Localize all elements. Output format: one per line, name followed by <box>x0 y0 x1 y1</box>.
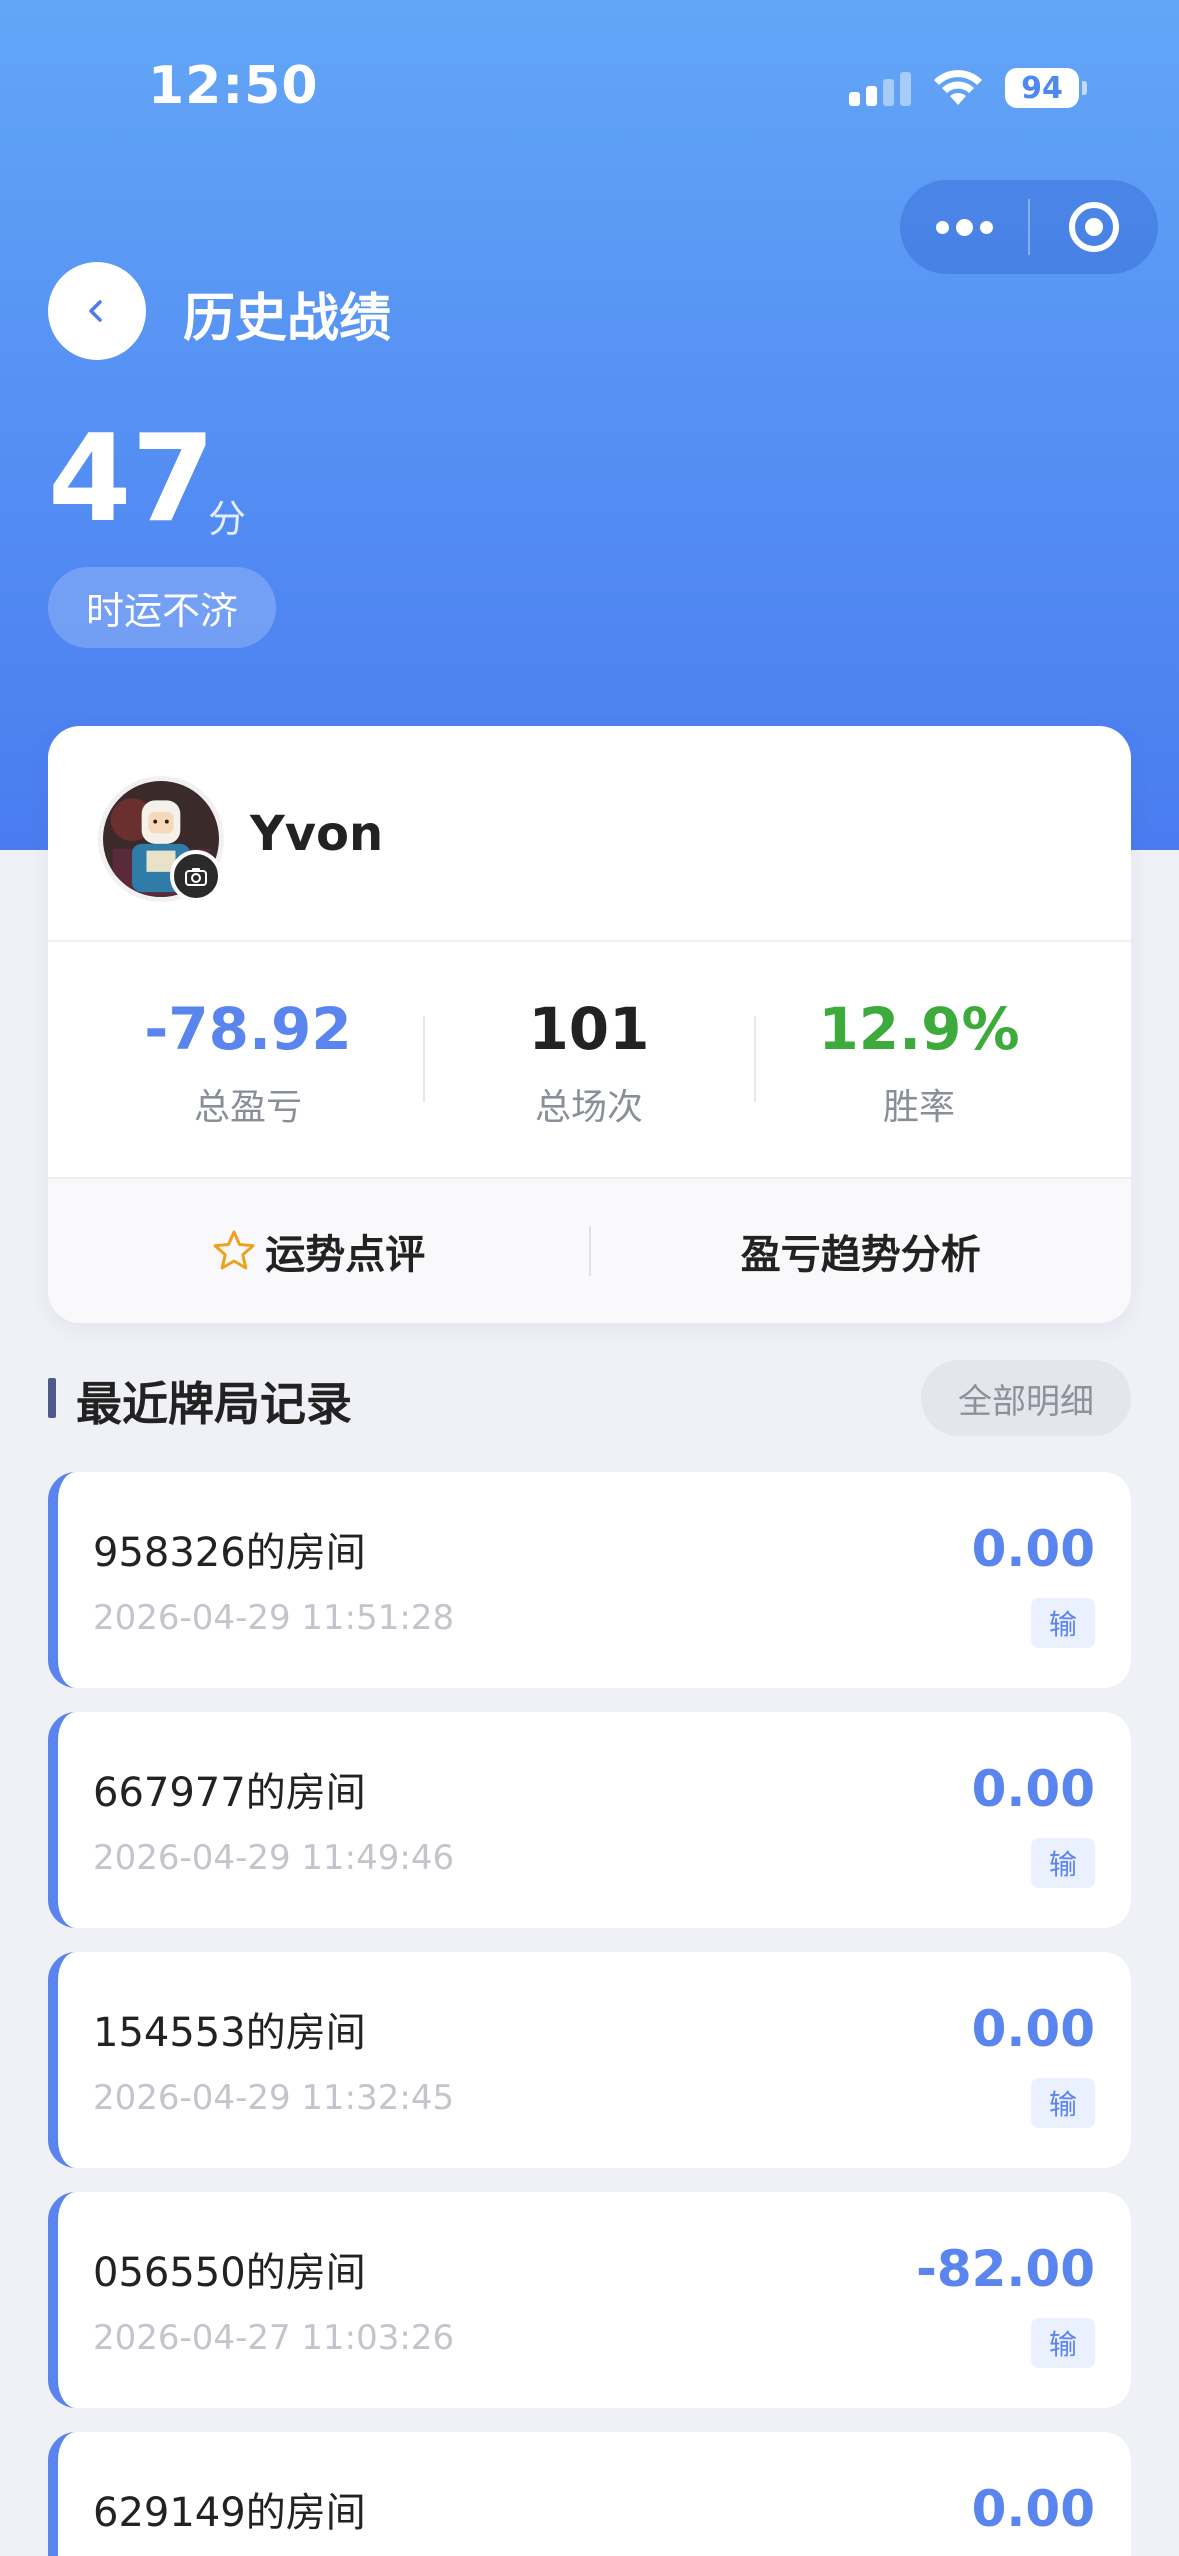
record-time: 2026-04-29 11:32:45 <box>93 2078 455 2118</box>
page: 12:50 94 历史战绩 47 分 时运不济 Yvon -78.92 总盈亏 … <box>0 0 1179 2556</box>
record-room: 154553的房间 <box>93 2010 366 2056</box>
profile-card: Yvon -78.92 总盈亏 101 总场次 12.9% 胜率 运势点评 盈亏… <box>48 726 1131 1323</box>
stat-win-rate: 12.9% 胜率 <box>754 994 1084 1130</box>
stat-value: -78.92 <box>144 995 352 1063</box>
more-dots-icon <box>935 218 993 236</box>
record-room: 629149的房间 <box>93 2490 366 2536</box>
score-unit: 分 <box>208 497 247 541</box>
score-value: 47 <box>48 410 215 549</box>
record-amount: 0.00 <box>971 1760 1095 1818</box>
trend-analysis-label: 盈亏趋势分析 <box>740 1232 981 1278</box>
stat-total-profit: -78.92 总盈亏 <box>83 994 413 1130</box>
status-icons: 94 <box>849 64 1087 112</box>
wifi-icon <box>934 70 982 105</box>
record-room: 056550的房间 <box>93 2250 366 2296</box>
stat-total-games: 101 总场次 <box>424 994 754 1130</box>
close-miniprogram-button[interactable] <box>1030 180 1158 274</box>
record-result-tag: 输 <box>1031 2078 1095 2128</box>
record-result-tag: 输 <box>1031 1598 1095 1648</box>
record-result-tag: 输 <box>1031 1838 1095 1888</box>
record-result-tag: 输 <box>1031 2318 1095 2368</box>
record-amount: 0.00 <box>971 2000 1095 2058</box>
chevron-left-icon <box>89 300 102 322</box>
record-amount: -82.00 <box>916 2240 1095 2298</box>
cellular-signal-icon <box>849 70 911 106</box>
record-time: 2026-04-29 11:49:46 <box>93 1838 455 1878</box>
page-title: 历史战绩 <box>183 289 392 349</box>
record-item[interactable]: 056550的房间 2026-04-27 11:03:26 -82.00 输 <box>48 2192 1131 2408</box>
back-button[interactable] <box>48 262 146 360</box>
record-time: 2026-04-27 11:03:26 <box>93 2318 455 2358</box>
trend-analysis-button[interactable]: 盈亏趋势分析 <box>591 1179 1132 1323</box>
record-room: 958326的房间 <box>93 1530 366 1576</box>
miniprogram-capsule <box>900 180 1158 274</box>
star-icon <box>213 1230 255 1270</box>
target-circle-icon <box>1069 202 1119 252</box>
record-item[interactable]: 629149的房间 0.00 <box>48 2432 1131 2556</box>
stat-label: 总盈亏 <box>193 1087 302 1128</box>
battery-icon: 94 <box>1005 68 1087 108</box>
action-bar: 运势点评 盈亏趋势分析 <box>48 1179 1131 1323</box>
more-button[interactable] <box>900 180 1028 274</box>
record-time: 2026-04-29 11:51:28 <box>93 1598 455 1638</box>
fortune-review-label: 运势点评 <box>265 1232 426 1278</box>
stat-label: 总场次 <box>534 1087 643 1128</box>
record-amount: 0.00 <box>971 2480 1095 2538</box>
stat-value: 101 <box>528 995 650 1063</box>
stat-value: 12.9% <box>818 995 1020 1063</box>
record-room: 667977的房间 <box>93 1770 366 1816</box>
camera-icon <box>185 868 207 886</box>
section-accent-bar <box>48 1378 56 1418</box>
username: Yvon <box>250 806 384 862</box>
all-details-button[interactable]: 全部明细 <box>921 1360 1131 1436</box>
record-item[interactable]: 958326的房间 2026-04-29 11:51:28 0.00 输 <box>48 1472 1131 1688</box>
stat-label: 胜率 <box>882 1087 955 1128</box>
section-title: 最近牌局记录 <box>76 1377 352 1431</box>
record-item[interactable]: 667977的房间 2026-04-29 11:49:46 0.00 输 <box>48 1712 1131 1928</box>
fortune-review-button[interactable]: 运势点评 <box>48 1179 589 1323</box>
divider <box>48 940 1131 942</box>
luck-badge: 时运不济 <box>48 567 276 648</box>
record-item[interactable]: 154553的房间 2026-04-29 11:32:45 0.00 输 <box>48 1952 1131 2168</box>
status-time: 12:50 <box>148 56 319 116</box>
change-avatar-button[interactable] <box>170 850 222 902</box>
record-amount: 0.00 <box>971 1520 1095 1578</box>
